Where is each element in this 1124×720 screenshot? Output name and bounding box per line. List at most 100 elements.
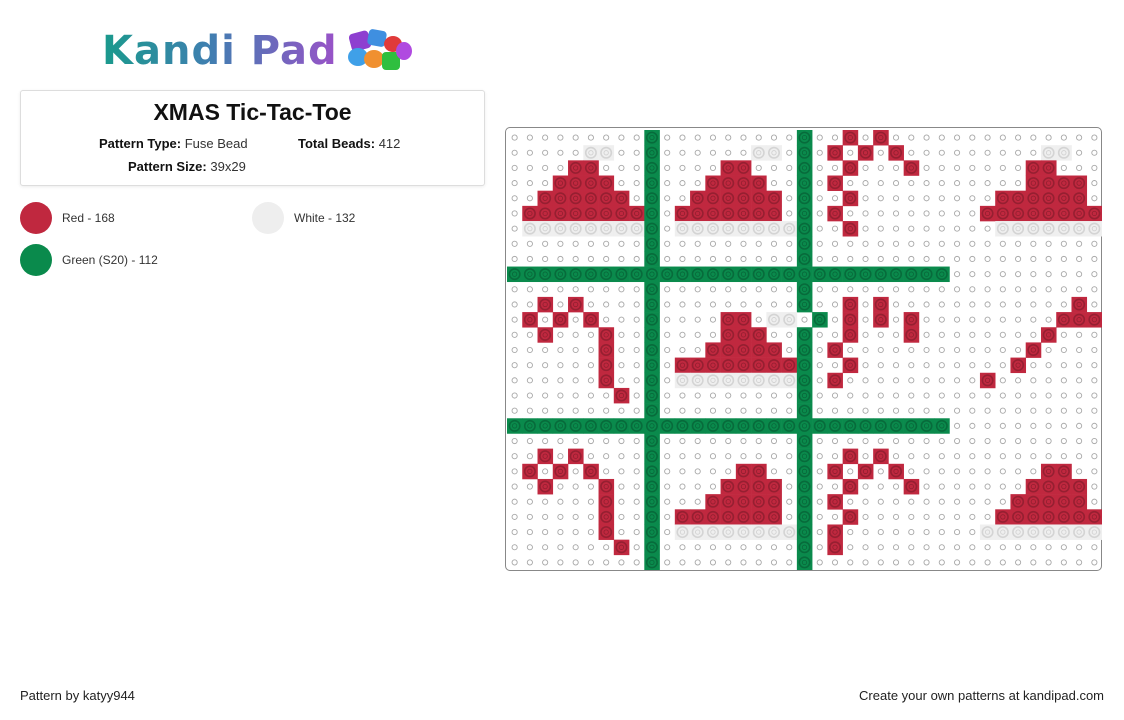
empty-peg — [1015, 407, 1022, 414]
empty-peg — [557, 331, 564, 338]
empty-peg — [938, 225, 945, 232]
empty-peg — [938, 149, 945, 156]
empty-peg — [587, 392, 594, 399]
empty-peg — [511, 316, 518, 323]
empty-peg — [1091, 422, 1098, 429]
empty-peg — [1076, 331, 1083, 338]
empty-peg — [862, 377, 869, 384]
empty-peg — [511, 498, 518, 505]
empty-peg — [831, 316, 839, 323]
empty-peg — [618, 316, 625, 323]
empty-peg — [618, 255, 625, 263]
empty-peg — [984, 346, 991, 354]
empty-peg — [618, 513, 625, 520]
empty-peg — [1091, 559, 1098, 566]
empty-peg — [1076, 407, 1083, 414]
empty-peg — [847, 544, 854, 551]
empty-peg — [1060, 271, 1067, 278]
empty-peg — [694, 164, 701, 171]
empty-peg — [557, 498, 564, 505]
empty-peg — [1060, 301, 1067, 308]
empty-peg — [603, 544, 610, 551]
empty-peg — [526, 407, 533, 414]
empty-peg — [999, 286, 1006, 293]
empty-peg — [572, 468, 579, 475]
empty-peg — [633, 255, 640, 263]
empty-peg — [679, 483, 686, 490]
empty-peg — [603, 255, 610, 263]
empty-peg — [511, 453, 518, 460]
create-patterns-link[interactable]: Create your own patterns at kandipad.com — [859, 688, 1104, 703]
empty-peg — [938, 453, 945, 460]
empty-peg — [755, 134, 762, 141]
empty-peg — [786, 195, 793, 202]
empty-peg — [770, 240, 778, 247]
empty-peg — [618, 483, 625, 490]
empty-peg — [954, 286, 961, 293]
empty-peg — [877, 559, 884, 566]
empty-peg — [542, 559, 549, 566]
empty-peg — [664, 407, 671, 414]
empty-peg — [633, 483, 640, 490]
empty-peg — [694, 559, 701, 566]
empty-peg — [603, 286, 610, 293]
empty-peg — [709, 392, 717, 399]
empty-peg — [694, 301, 701, 308]
total-beads-label: Total Beads: — [298, 136, 376, 151]
empty-peg — [954, 437, 961, 445]
empty-peg — [542, 498, 549, 505]
empty-peg — [1060, 377, 1067, 384]
empty-peg — [1091, 286, 1098, 293]
empty-peg — [542, 134, 549, 141]
empty-peg — [618, 164, 625, 171]
empty-peg — [892, 164, 900, 171]
empty-peg — [969, 422, 976, 429]
empty-peg — [1015, 180, 1022, 187]
empty-peg — [694, 316, 701, 323]
empty-peg — [709, 240, 717, 247]
empty-peg — [1076, 468, 1083, 475]
empty-peg — [908, 195, 915, 202]
empty-peg — [755, 559, 762, 566]
empty-peg — [709, 483, 717, 490]
empty-peg — [1091, 392, 1098, 399]
empty-peg — [511, 346, 518, 354]
empty-peg — [954, 301, 961, 308]
empty-peg — [1060, 437, 1067, 445]
beads-pile-icon — [346, 28, 416, 74]
empty-peg — [938, 210, 945, 217]
empty-peg — [1030, 437, 1037, 445]
empty-peg — [1030, 362, 1037, 369]
empty-peg — [725, 240, 732, 247]
empty-peg — [862, 453, 869, 460]
empty-peg — [603, 407, 610, 414]
empty-peg — [770, 331, 778, 338]
empty-peg — [618, 559, 625, 566]
empty-peg — [847, 377, 854, 384]
bead-grid — [507, 130, 1102, 570]
empty-peg — [664, 437, 671, 445]
empty-peg — [511, 407, 518, 414]
empty-peg — [557, 149, 564, 156]
empty-peg — [892, 559, 900, 566]
empty-peg — [694, 346, 701, 354]
empty-peg — [542, 362, 549, 369]
empty-peg — [908, 559, 915, 566]
empty-peg — [526, 513, 533, 520]
empty-peg — [1015, 286, 1022, 293]
empty-peg — [1060, 362, 1067, 369]
empty-peg — [1030, 331, 1037, 338]
empty-peg — [923, 331, 930, 338]
kandi-pad-logo[interactable]: Kandi Pad — [102, 26, 416, 76]
empty-peg — [908, 286, 915, 293]
empty-peg — [511, 544, 518, 551]
empty-peg — [526, 164, 533, 171]
empty-peg — [908, 240, 915, 247]
empty-peg — [954, 134, 961, 141]
empty-peg — [694, 544, 701, 551]
empty-peg — [816, 240, 823, 247]
empty-peg — [664, 180, 671, 187]
empty-peg — [969, 544, 976, 551]
empty-peg — [542, 346, 549, 354]
empty-peg — [1091, 346, 1098, 354]
